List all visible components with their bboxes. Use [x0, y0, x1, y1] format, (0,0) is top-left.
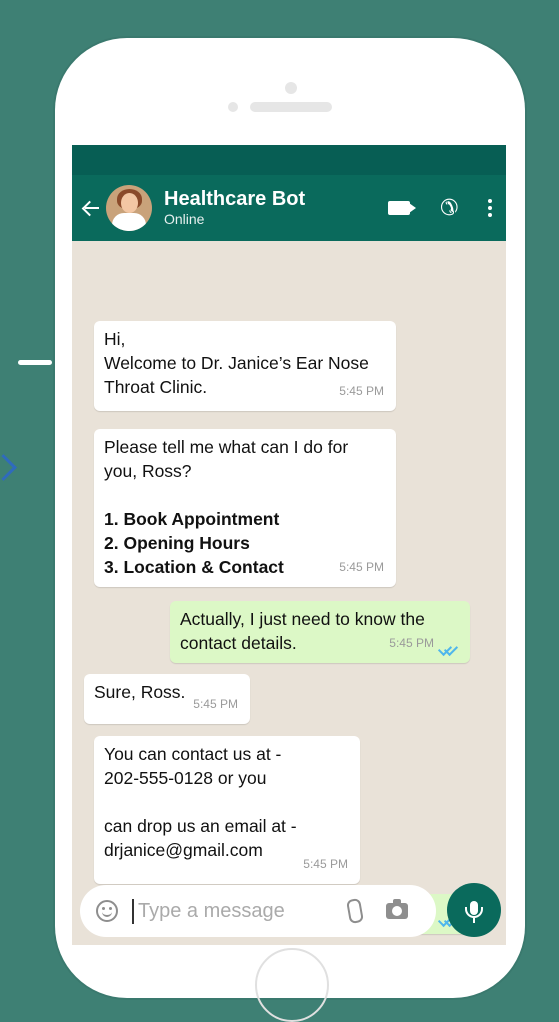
message-text: you, Ross? [104, 461, 192, 481]
sensor-dot [228, 102, 238, 112]
message-text [104, 790, 350, 814]
message-time: 5:45 PM [339, 560, 384, 574]
microphone-icon [465, 901, 483, 923]
video-call-icon[interactable] [387, 201, 416, 215]
message-list: Hi, Welcome to Dr. Janice’s Ear Nose Throa… [72, 241, 506, 934]
message-text: 1. Book Appointment [104, 509, 280, 529]
avatar-coat [112, 213, 146, 231]
message-time: 5:45 PM [193, 697, 238, 711]
camera-dot [285, 82, 297, 94]
background-bar [18, 360, 52, 365]
outgoing-message[interactable]: Actually, I just need to know the contact… [170, 601, 470, 663]
message-text: 2. Opening Hours [104, 533, 250, 553]
message-input[interactable] [132, 898, 330, 924]
message-text [104, 483, 386, 507]
read-receipt-icon [438, 643, 458, 653]
chevron-right-icon [0, 454, 17, 481]
attach-icon[interactable] [346, 897, 364, 925]
status-bar [72, 145, 506, 175]
emoji-icon[interactable] [96, 900, 118, 922]
message-text: You can contact us at - [104, 744, 282, 764]
message-text: 202-555-0128 or you [104, 768, 267, 788]
home-button[interactable] [255, 948, 329, 1022]
contact-name: Healthcare Bot [164, 188, 306, 210]
back-arrow-icon[interactable] [82, 199, 100, 217]
message-text: Actually, I just need to know the [180, 609, 425, 629]
speaker-grille [250, 102, 332, 112]
contact-status: Online [164, 211, 205, 227]
incoming-message[interactable]: Please tell me what can I do for you, Ros… [94, 429, 396, 587]
avatar[interactable] [106, 185, 152, 231]
message-text: can drop us an email at - [104, 816, 297, 836]
avatar-face [121, 193, 138, 213]
contact-info[interactable]: Healthcare Bot Online [164, 188, 305, 228]
mic-button[interactable] [447, 883, 501, 937]
message-time: 5:45 PM [303, 857, 348, 871]
voice-call-icon[interactable]: ✆ [440, 195, 458, 220]
message-text: Hi, [104, 329, 126, 349]
composer [80, 885, 436, 937]
incoming-message[interactable]: Sure, Ross. 5:45 PM [84, 674, 250, 724]
chat-screen: Healthcare Bot Online ✆ Hi, Welcome to Dr… [72, 145, 506, 945]
message-text: Welcome to Dr. Janice’s Ear Nose [104, 353, 369, 373]
message-time: 5:45 PM [339, 384, 384, 398]
chat-header: Healthcare Bot Online ✆ [72, 175, 506, 241]
incoming-message[interactable]: Hi, Welcome to Dr. Janice’s Ear Nose Throa… [94, 321, 396, 411]
header-actions: ✆ [387, 175, 492, 241]
more-options-icon[interactable] [488, 199, 492, 217]
message-time: 5:45 PM [389, 636, 434, 650]
incoming-message[interactable]: You can contact us at - 202-555-0128 or y… [94, 736, 360, 884]
message-text: Please tell me what can I do for [104, 437, 349, 457]
camera-icon[interactable] [386, 899, 408, 919]
